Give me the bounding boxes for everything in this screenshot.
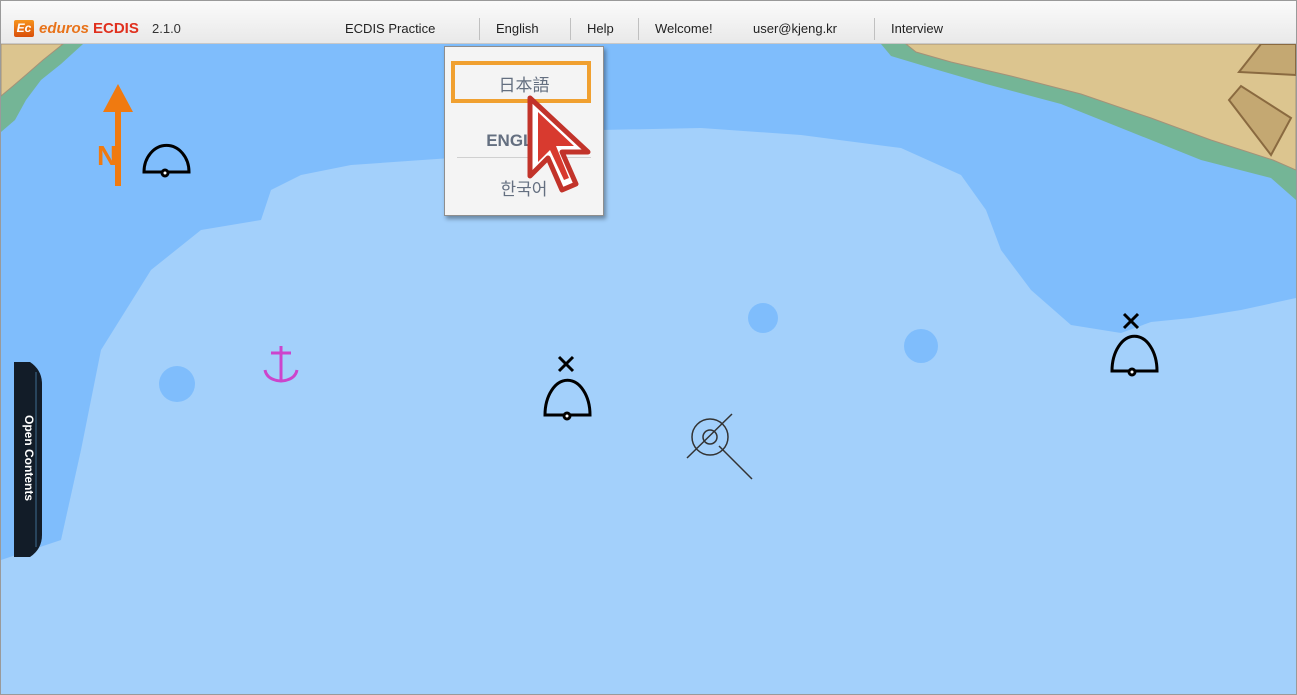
nautical-chart-map[interactable]: N — [1, 44, 1296, 694]
nav-divider — [479, 18, 480, 40]
open-contents-tab[interactable]: Open Contents — [14, 362, 42, 557]
depth-spot — [159, 366, 195, 402]
nav-language[interactable]: English — [496, 21, 539, 36]
nav-divider — [874, 18, 875, 40]
depth-spot — [904, 329, 938, 363]
open-contents-label: Open Contents — [22, 415, 36, 501]
nav-divider — [638, 18, 639, 40]
nav-ecdis-practice[interactable]: ECDIS Practice — [345, 21, 435, 36]
brand-product: ECDIS — [93, 20, 139, 37]
app-logo-icon: Ec — [14, 20, 34, 37]
brand-name: eduros — [39, 20, 90, 37]
depth-spot — [748, 303, 778, 333]
app-version: 2.1.0 — [152, 21, 181, 36]
chart-canvas: N — [1, 44, 1296, 694]
svg-text:N: N — [97, 140, 117, 171]
nav-divider — [570, 18, 571, 40]
welcome-text: Welcome! — [655, 21, 713, 36]
user-email: user@kjeng.kr — [753, 21, 838, 36]
top-menu-bar: Ec eduros ECDIS 2.1.0 ECDIS Practice Eng… — [0, 0, 1297, 44]
mouse-pointer-icon — [527, 95, 591, 193]
nav-interview[interactable]: Interview — [891, 21, 943, 36]
nav-help[interactable]: Help — [587, 21, 614, 36]
